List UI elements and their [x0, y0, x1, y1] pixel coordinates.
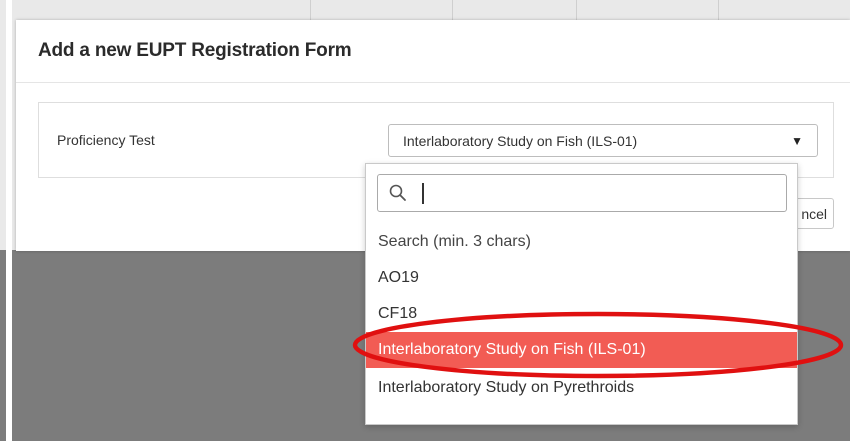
proficiency-test-label: Proficiency Test: [57, 132, 155, 148]
selected-value: Interlaboratory Study on Fish (ILS-01): [403, 133, 638, 149]
option-pyrethroids[interactable]: Interlaboratory Study on Pyrethroids: [366, 370, 797, 406]
search-hint: Search (min. 3 chars): [378, 233, 531, 250]
search-input[interactable]: [416, 179, 776, 207]
grid-line: [576, 0, 577, 22]
caret-down-icon: ▼: [791, 134, 803, 148]
search-box[interactable]: [377, 174, 787, 212]
grid-line: [310, 0, 311, 22]
grid-line: [718, 0, 719, 22]
proficiency-test-select[interactable]: Interlaboratory Study on Fish (ILS-01) ▼: [388, 124, 818, 157]
option-ao19[interactable]: AO19: [366, 260, 797, 296]
grid-line: [452, 0, 453, 22]
proficiency-test-dropdown: Search (min. 3 chars) AO19 CF18 Interlab…: [365, 163, 798, 425]
modal-title: Add a new EUPT Registration Form: [38, 40, 352, 61]
modal-header: Add a new EUPT Registration Form: [16, 20, 850, 83]
option-cf18[interactable]: CF18: [366, 296, 797, 332]
search-icon: [389, 184, 406, 201]
window-frame: [6, 0, 12, 441]
option-ils-01-highlighted[interactable]: Interlaboratory Study on Fish (ILS-01): [366, 332, 797, 368]
text-cursor: [422, 183, 424, 204]
